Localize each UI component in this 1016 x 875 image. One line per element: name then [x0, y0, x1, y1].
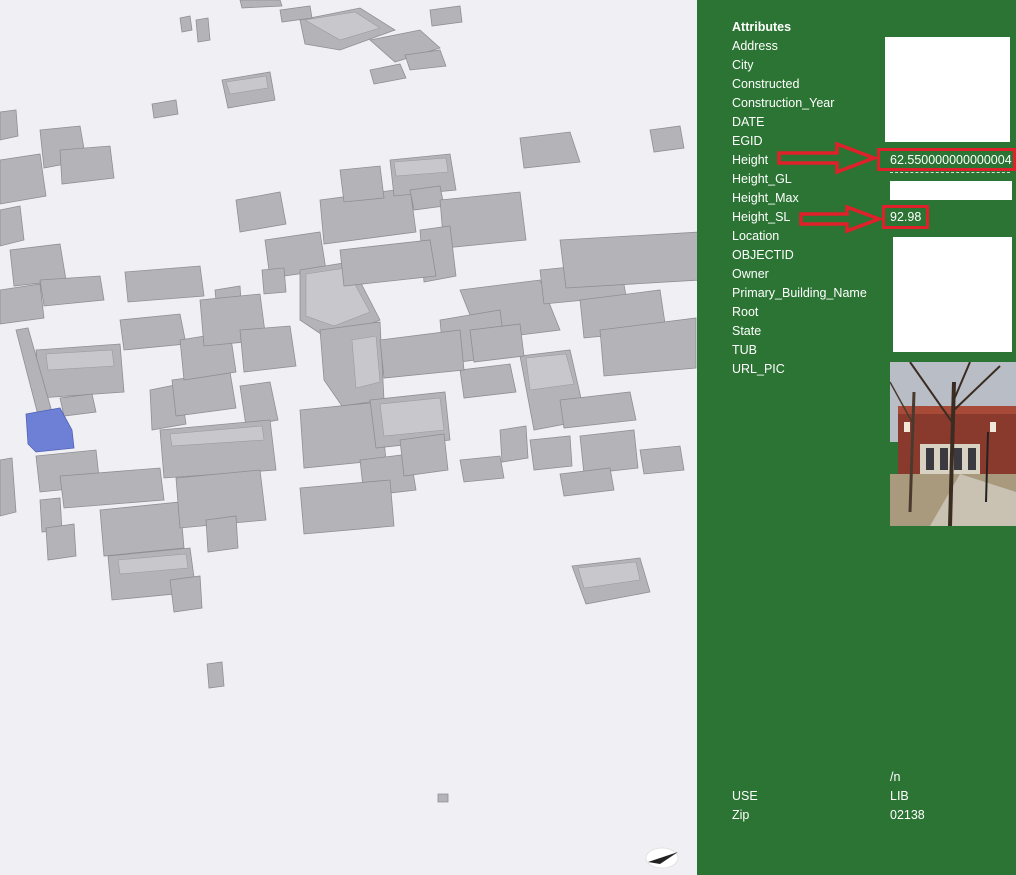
attr-label-height: Height: [732, 153, 769, 167]
attr-label-constructed: Constructed: [732, 77, 800, 91]
attr-label-use: USE: [732, 789, 758, 803]
attributes-panel: Attributes Address City Constructed Cons…: [697, 0, 1016, 875]
redacted-box: [885, 37, 1010, 142]
map-3d-scene[interactable]: [0, 0, 697, 875]
attr-label-location: Location: [732, 229, 780, 243]
attr-label-height-sl: Height_SL: [732, 210, 791, 224]
attr-label-root: Root: [732, 305, 759, 319]
building-cluster-top[interactable]: [151, 0, 463, 119]
red-arrow-icon: [799, 204, 883, 234]
height-highlight-box: [877, 148, 1016, 171]
attr-label-construction-year: Construction_Year: [732, 96, 835, 110]
redacted-box: [893, 237, 1012, 352]
attr-label-primary-building-name: Primary_Building_Name: [732, 286, 867, 300]
attr-label-address: Address: [732, 39, 778, 53]
attr-label-owner: Owner: [732, 267, 769, 281]
attr-label-egid: EGID: [732, 134, 763, 148]
attr-label-city: City: [732, 58, 754, 72]
building-photo[interactable]: [890, 362, 1016, 526]
attr-label-date: DATE: [732, 115, 765, 129]
attr-label-zip: Zip: [732, 808, 750, 822]
attr-label-url-pic: URL_PIC: [732, 362, 785, 376]
attr-label-height-max: Height_Max: [732, 191, 799, 205]
panel-title: Attributes: [732, 20, 792, 34]
attr-value-zip: 02138: [890, 808, 925, 822]
divider: [890, 172, 1010, 177]
attr-label-tub: TUB: [732, 343, 757, 357]
building-cluster-center[interactable]: [149, 125, 697, 605]
attr-label-state: State: [732, 324, 762, 338]
buildings-layer[interactable]: [0, 0, 697, 875]
attr-label-objectid: OBJECTID: [732, 248, 794, 262]
attr-value-use: LIB: [890, 789, 909, 803]
compass-icon[interactable]: [644, 846, 680, 870]
redacted-box: [890, 181, 1012, 200]
red-arrow-icon: [777, 141, 877, 175]
height-sl-highlight-box: [882, 205, 929, 229]
attr-value-extra: /n: [890, 770, 901, 784]
